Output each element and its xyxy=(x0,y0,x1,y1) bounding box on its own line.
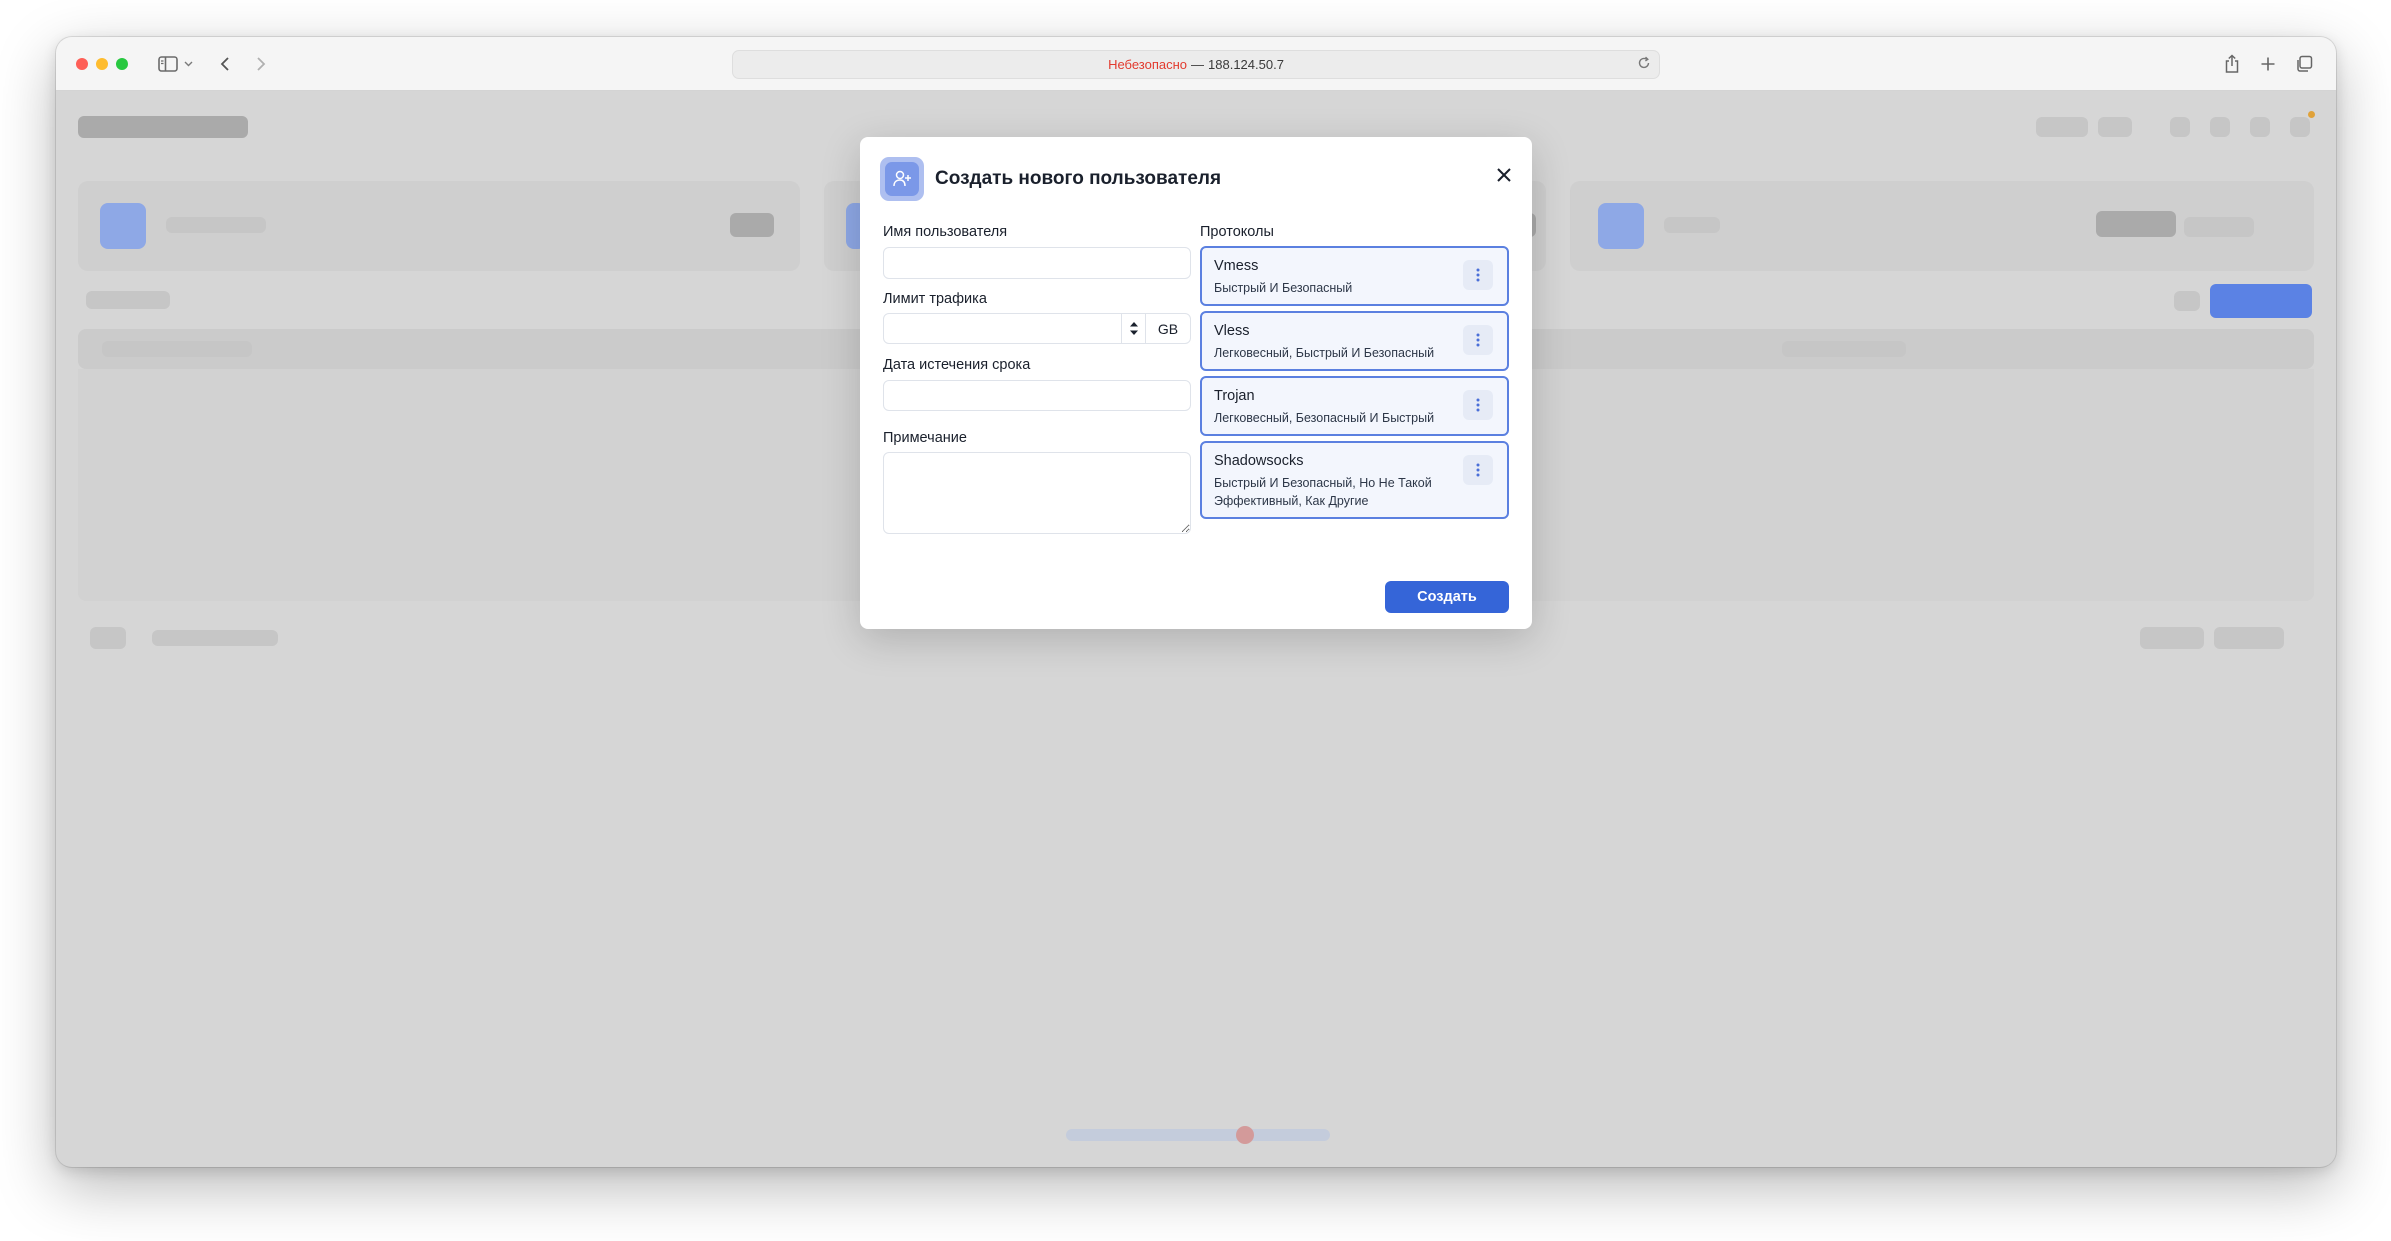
create-user-modal: Создать нового пользователя Имя пользова… xyxy=(860,137,1532,629)
protocol-card-vless[interactable]: Vless Легковесный, Быстрый И Безопасный xyxy=(1200,311,1509,371)
stat-card-label-placeholder xyxy=(166,217,266,233)
protocol-name: Vless xyxy=(1214,323,1250,339)
username-field[interactable] xyxy=(883,247,1191,279)
protocol-settings-button[interactable] xyxy=(1463,260,1493,290)
modal-title: Создать нового пользователя xyxy=(935,168,1222,189)
protocol-description: Легковесный, Безопасный И Быстрый xyxy=(1214,411,1435,425)
protocol-settings-button[interactable] xyxy=(1463,325,1493,355)
stat-card-value-placeholder xyxy=(2096,211,2176,237)
stat-card-value-placeholder xyxy=(730,213,774,237)
header-control-placeholder xyxy=(2290,117,2310,137)
table-header-cell xyxy=(1782,341,1906,357)
username-label: Имя пользователя xyxy=(883,224,1008,240)
page-title-placeholder xyxy=(78,116,248,138)
header-control-placeholder xyxy=(2210,117,2230,137)
traffic-unit-addon: GB xyxy=(1145,313,1191,344)
address-bar[interactable]: Небезопасно — 188.124.50.7 xyxy=(732,50,1660,79)
stat-card-icon xyxy=(1598,203,1644,249)
kebab-menu-icon xyxy=(1476,268,1480,282)
protocol-settings-button[interactable] xyxy=(1463,390,1493,420)
traffic-limit-label: Лимит трафика xyxy=(883,291,987,307)
address-text: 188.124.50.7 xyxy=(1208,57,1284,72)
protocol-description: Быстрый И Безопасный xyxy=(1214,281,1353,295)
close-modal-button[interactable] xyxy=(1490,161,1518,189)
address-separator: — xyxy=(1191,57,1205,72)
traffic-limit-field[interactable] xyxy=(883,313,1146,344)
footer-placeholder xyxy=(1066,1129,1330,1141)
protocol-description: Быстрый И Безопасный, Но Не Такой Эффект… xyxy=(1214,476,1432,508)
back-arrow-icon[interactable] xyxy=(216,51,234,77)
table-header-cell xyxy=(102,341,252,357)
protocol-card-vmess[interactable]: Vmess Быстрый И Безопасный xyxy=(1200,246,1509,306)
traffic-limit-stepper[interactable] xyxy=(1121,313,1145,344)
pagination-prev-placeholder xyxy=(2140,627,2204,649)
stat-card-label-placeholder xyxy=(1664,217,1720,233)
note-label: Примечание xyxy=(883,430,967,446)
protocol-name: Shadowsocks xyxy=(1214,453,1304,469)
protocol-card-shadowsocks[interactable]: Shadowsocks Быстрый И Безопасный, Но Не … xyxy=(1200,441,1509,519)
minimize-window-button[interactable] xyxy=(96,58,108,70)
zoom-window-button[interactable] xyxy=(116,58,128,70)
chevron-down-icon[interactable] xyxy=(182,51,194,77)
note-textarea[interactable] xyxy=(883,452,1191,534)
expiry-date-field[interactable] xyxy=(883,380,1191,411)
add-user-icon xyxy=(885,162,919,196)
close-window-button[interactable] xyxy=(76,58,88,70)
stat-card-icon xyxy=(100,203,146,249)
pagination-text-placeholder xyxy=(152,630,278,646)
protocol-name: Trojan xyxy=(1214,388,1255,404)
sidebar-toggle-icon[interactable] xyxy=(156,51,180,77)
reload-icon[interactable] xyxy=(1637,56,1651,73)
protocol-card-trojan[interactable]: Trojan Легковесный, Безопасный И Быстрый xyxy=(1200,376,1509,436)
expiry-date-label: Дата истечения срока xyxy=(883,357,1031,373)
create-user-button-placeholder xyxy=(2210,284,2312,318)
increment-arrow-icon xyxy=(1129,322,1138,327)
refresh-placeholder xyxy=(2174,291,2200,311)
browser-toolbar: Небезопасно — 188.124.50.7 xyxy=(56,37,2336,91)
kebab-menu-icon xyxy=(1476,463,1480,477)
security-warning: Небезопасно xyxy=(1108,57,1188,72)
protocols-label: Протоколы xyxy=(1200,224,1274,240)
forward-arrow-icon[interactable] xyxy=(252,51,270,77)
kebab-menu-icon xyxy=(1476,333,1480,347)
protocol-settings-button[interactable] xyxy=(1463,455,1493,485)
header-control-placeholder xyxy=(2170,117,2190,137)
share-icon[interactable] xyxy=(2222,51,2242,77)
modal-header-icon xyxy=(880,157,924,201)
protocol-description: Легковесный, Быстрый И Безопасный xyxy=(1214,346,1435,360)
kebab-menu-icon xyxy=(1476,398,1480,412)
header-control-placeholder xyxy=(2098,117,2132,137)
page-size-placeholder xyxy=(90,627,126,649)
footer-heart-placeholder xyxy=(1236,1126,1254,1144)
close-icon xyxy=(1497,168,1511,182)
create-button[interactable]: Создать xyxy=(1385,581,1509,613)
header-control-placeholder xyxy=(2250,117,2270,137)
browser-window: Небезопасно — 188.124.50.7 Создать новог… xyxy=(56,37,2336,1167)
notification-dot xyxy=(2308,111,2315,118)
decrement-arrow-icon xyxy=(1129,330,1138,335)
header-control-placeholder xyxy=(2036,117,2088,137)
protocol-name: Vmess xyxy=(1214,258,1259,274)
tab-overview-icon[interactable] xyxy=(2294,51,2314,77)
new-tab-icon[interactable] xyxy=(2258,51,2278,77)
pagination-next-placeholder xyxy=(2214,627,2284,649)
search-placeholder xyxy=(86,291,170,309)
stat-card-value-placeholder xyxy=(2184,217,2254,237)
